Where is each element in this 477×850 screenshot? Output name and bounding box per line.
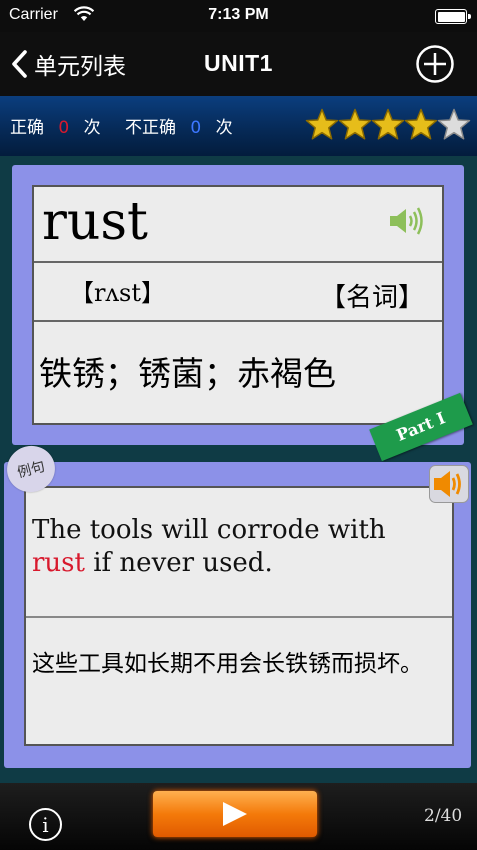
phonetic-text: 【rʌst】 xyxy=(70,279,165,307)
status-bar: Carrier 7:13 PM xyxy=(0,0,477,32)
incorrect-count: 0 xyxy=(190,118,202,138)
example-chinese: 这些工具如长期不用会长铁锈而损坏。 xyxy=(32,651,423,677)
example-english-end: if never used. xyxy=(84,548,273,578)
divider xyxy=(26,616,452,618)
battery-icon xyxy=(435,9,471,24)
incorrect-stat: 不正确 0 次 xyxy=(125,113,233,138)
status-time: 7:13 PM xyxy=(208,6,269,23)
divider xyxy=(34,261,442,263)
star-icon xyxy=(371,108,405,140)
divider xyxy=(34,320,442,322)
part-of-speech: 【名词】 xyxy=(319,283,424,313)
star-rating xyxy=(305,108,471,142)
navigation-bar: 单元列表 UNIT1 xyxy=(0,32,477,96)
page-title: UNIT1 xyxy=(204,50,273,76)
plus-circle-icon[interactable] xyxy=(415,44,455,84)
meaning-text: 铁锈；锈菌；赤褐色 xyxy=(39,354,336,393)
example-english: The tools will corrode with rust if neve… xyxy=(32,514,444,580)
speaker-icon[interactable] xyxy=(429,465,469,503)
star-icon xyxy=(305,108,339,140)
speaker-icon[interactable] xyxy=(388,205,426,237)
star-icon xyxy=(437,108,471,140)
example-card: The tools will corrode with rust if neve… xyxy=(4,462,471,768)
incorrect-label: 不正确 xyxy=(125,118,176,138)
star-icon xyxy=(338,108,372,140)
highlighted-word: rust xyxy=(32,548,85,578)
correct-unit: 次 xyxy=(83,118,101,138)
word-card-inner: rust 【rʌst】 【名词】 铁锈；锈菌；赤褐色 xyxy=(32,185,444,425)
example-english-start: The tools will corrode with xyxy=(32,515,386,545)
play-icon xyxy=(223,802,247,826)
correct-stat: 正确 0 次 xyxy=(10,113,101,138)
incorrect-unit: 次 xyxy=(215,118,233,138)
correct-label: 正确 xyxy=(10,118,44,138)
word-card: rust 【rʌst】 【名词】 铁锈；锈菌；赤褐色 xyxy=(12,165,464,445)
star-icon xyxy=(404,108,438,140)
page-counter: 2/40 xyxy=(424,806,463,826)
correct-count: 0 xyxy=(58,118,70,138)
word-text: rust xyxy=(42,192,148,252)
info-icon[interactable]: i xyxy=(29,808,62,841)
play-button[interactable] xyxy=(153,791,317,837)
example-card-inner: The tools will corrode with rust if neve… xyxy=(24,486,454,746)
